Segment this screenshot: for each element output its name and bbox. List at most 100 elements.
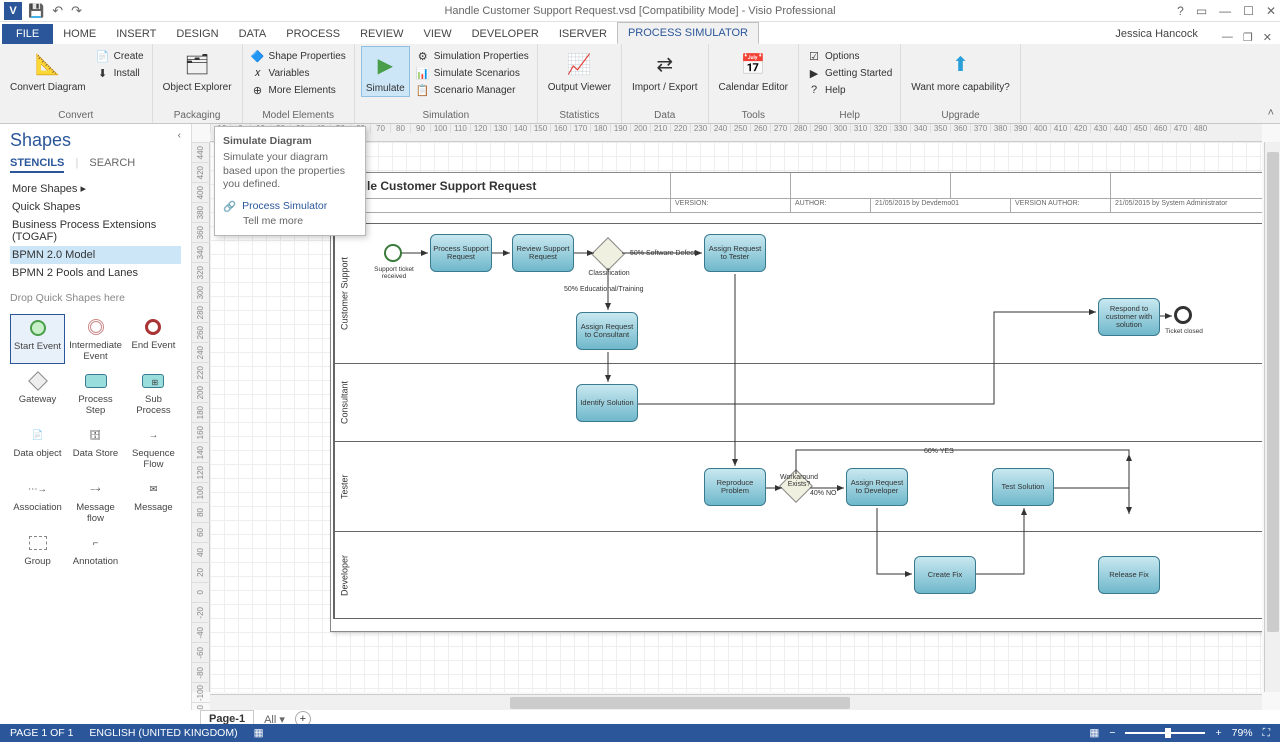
create-button[interactable]: 📄Create <box>94 48 146 64</box>
close-icon[interactable]: ✕ <box>1266 4 1276 18</box>
doc-minimize-icon[interactable]: — <box>1222 31 1233 44</box>
stencil-item-selected[interactable]: BPMN 2.0 Model <box>10 246 181 264</box>
shape-group[interactable]: Group <box>10 530 65 569</box>
upgrade-button[interactable]: ⬆ Want more capability? <box>907 46 1014 95</box>
shape-process-step[interactable]: Process Step <box>67 368 124 418</box>
task-assign-consultant[interactable]: Assign Request to Consultant <box>576 312 638 350</box>
maximize-icon[interactable]: ☐ <box>1243 4 1254 18</box>
shape-sub-process[interactable]: ⊞Sub Process <box>126 368 181 418</box>
tab-file[interactable]: FILE <box>2 24 53 44</box>
tab-iserver[interactable]: ISERVER <box>549 24 617 44</box>
shape-annotation[interactable]: ⌐Annotation <box>67 530 124 569</box>
lane-consultant[interactable]: Consultant Identify Solution <box>334 364 1262 442</box>
page-meta: VERSION: AUTHOR: 21/05/2015 by Devdemo01… <box>331 199 1262 213</box>
tab-stencils[interactable]: STENCILS <box>10 157 64 173</box>
getting-started-button[interactable]: ▶Getting Started <box>805 65 894 81</box>
status-language[interactable]: ENGLISH (UNITED KINGDOM) <box>89 727 237 739</box>
simulate-button[interactable]: ▶ Simulate <box>361 46 410 97</box>
fit-window-icon[interactable]: ⛶ <box>1263 727 1270 740</box>
calendar-editor-button[interactable]: 📅 Calendar Editor <box>715 46 792 95</box>
options-button[interactable]: ☑Options <box>805 48 894 64</box>
shape-intermediate-event[interactable]: Intermediate Event <box>67 314 124 364</box>
collapse-panel-icon[interactable]: ‹ <box>178 130 181 141</box>
task-release-fix[interactable]: Release Fix <box>1098 556 1160 594</box>
minimize-icon[interactable]: — <box>1219 4 1231 18</box>
tooltip-link[interactable]: 🔗Process Simulator <box>223 200 357 213</box>
doc-close-icon[interactable]: ✕ <box>1263 31 1272 44</box>
help-icon[interactable]: ? <box>1177 4 1184 18</box>
task-test-solution[interactable]: Test Solution <box>992 468 1054 506</box>
tab-design[interactable]: DESIGN <box>166 24 228 44</box>
simulate-scenarios-button[interactable]: 📊Simulate Scenarios <box>414 65 531 81</box>
tab-process-simulator[interactable]: PROCESS SIMULATOR <box>617 22 759 44</box>
drawing-canvas[interactable]: Handle Customer Support Request VERSION:… <box>210 142 1262 692</box>
lane-tester[interactable]: Tester Reproduce Problem Workaround Exis… <box>334 442 1262 532</box>
task-review-request[interactable]: Review Support Request <box>512 234 574 272</box>
task-process-request[interactable]: Process Support Request <box>430 234 492 272</box>
install-button[interactable]: ⬇Install <box>94 65 146 81</box>
task-create-fix[interactable]: Create Fix <box>914 556 976 594</box>
convert-diagram-button[interactable]: 📐 Convert Diagram <box>6 46 90 95</box>
shape-message[interactable]: ✉Message <box>126 476 181 526</box>
shape-data-object[interactable]: 📄Data object <box>10 422 65 472</box>
zoom-out-icon[interactable]: − <box>1109 727 1115 739</box>
tab-developer[interactable]: DEVELOPER <box>462 24 549 44</box>
zoom-in-icon[interactable]: + <box>1215 727 1221 739</box>
more-shapes-item[interactable]: More Shapes ▸ <box>10 179 181 198</box>
scenario-manager-button[interactable]: 📋Scenario Manager <box>414 82 531 98</box>
stencil-item[interactable]: BPMN 2 Pools and Lanes <box>10 264 181 282</box>
redo-icon[interactable]: ↷ <box>71 3 82 19</box>
zoom-level[interactable]: 79% <box>1232 727 1253 739</box>
macro-icon[interactable]: ▦ <box>254 727 264 739</box>
app-icon: V <box>4 2 22 20</box>
help-button[interactable]: ?Help <box>805 82 894 98</box>
shape-association[interactable]: ⋯→Association <box>10 476 65 526</box>
task-reproduce-problem[interactable]: Reproduce Problem <box>704 468 766 506</box>
horizontal-scrollbar[interactable] <box>210 694 1262 710</box>
simulation-properties-button[interactable]: ⚙Simulation Properties <box>414 48 531 64</box>
gateway-classification[interactable] <box>591 237 625 271</box>
output-viewer-button[interactable]: 📈 Output Viewer <box>544 46 615 95</box>
tab-data[interactable]: DATA <box>229 24 277 44</box>
lane-customer-support[interactable]: Customer Support Support ticket received… <box>334 224 1262 364</box>
shape-sequence-flow[interactable]: →Sequence Flow <box>126 422 181 472</box>
tab-process[interactable]: PROCESS <box>276 24 350 44</box>
shape-gateway[interactable]: Gateway <box>10 368 65 418</box>
view-icon[interactable]: ▦ <box>1089 727 1099 739</box>
more-elements-button[interactable]: ⊕More Elements <box>249 82 348 98</box>
shape-message-flow[interactable]: ⤍Message flow <box>67 476 124 526</box>
task-assign-tester[interactable]: Assign Request to Tester <box>704 234 766 272</box>
diagram-page[interactable]: Handle Customer Support Request VERSION:… <box>330 172 1262 632</box>
undo-icon[interactable]: ↶ <box>52 3 63 19</box>
start-event[interactable] <box>384 244 402 262</box>
user-name[interactable]: Jessica Hancock <box>1111 24 1202 44</box>
import-export-button[interactable]: ⇄ Import / Export <box>628 46 702 95</box>
tooltip-more[interactable]: Tell me more <box>223 215 357 227</box>
ribbon-display-icon[interactable]: ▭ <box>1196 4 1207 18</box>
zoom-slider[interactable] <box>1125 732 1205 734</box>
tab-home[interactable]: HOME <box>53 24 106 44</box>
tab-search[interactable]: SEARCH <box>89 157 135 169</box>
tab-review[interactable]: REVIEW <box>350 24 413 44</box>
shape-end-event[interactable]: End Event <box>126 314 181 364</box>
stencil-item[interactable]: Quick Shapes <box>10 198 181 216</box>
bpmn-pool[interactable]: Customer Support Support ticket received… <box>333 223 1262 619</box>
stencil-item[interactable]: Business Process Extensions (TOGAF) <box>10 216 181 246</box>
doc-restore-icon[interactable]: ❐ <box>1243 31 1253 44</box>
vertical-scrollbar[interactable] <box>1264 142 1280 692</box>
shape-data-store[interactable]: 🗄Data Store <box>67 422 124 472</box>
variables-button[interactable]: 𝑥Variables <box>249 65 348 81</box>
end-event[interactable] <box>1174 306 1192 324</box>
task-assign-developer[interactable]: Assign Request to Developer <box>846 468 908 506</box>
group-label: Packaging <box>159 108 236 121</box>
tab-view[interactable]: VIEW <box>413 24 461 44</box>
shape-start-event[interactable]: Start Event <box>10 314 65 364</box>
shape-properties-button[interactable]: 🔷Shape Properties <box>249 48 348 64</box>
save-icon[interactable]: 💾 <box>28 3 44 19</box>
task-identify-solution[interactable]: Identify Solution <box>576 384 638 422</box>
object-explorer-button[interactable]: 🗂 Object Explorer <box>159 46 236 95</box>
task-respond[interactable]: Respond to customer with solution <box>1098 298 1160 336</box>
lane-developer[interactable]: Developer Create Fix Release Fix <box>334 532 1262 618</box>
collapse-ribbon-icon[interactable]: ˄ <box>1268 107 1274 119</box>
tab-insert[interactable]: INSERT <box>106 24 166 44</box>
